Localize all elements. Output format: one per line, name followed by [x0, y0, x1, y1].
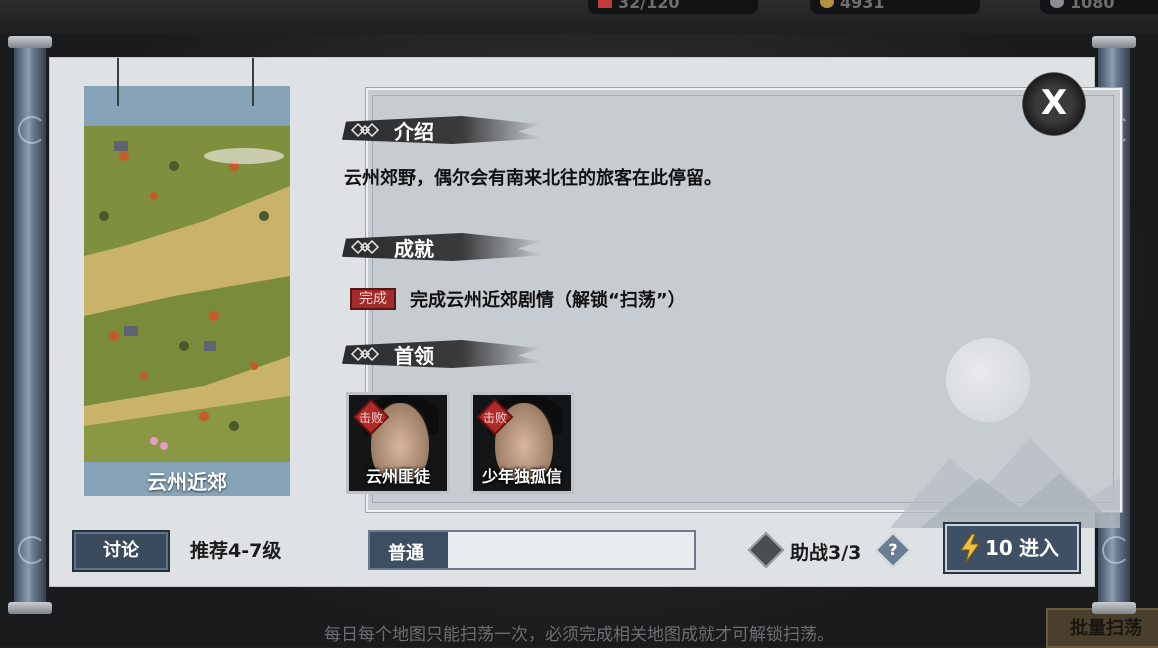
- enter-cost: 10: [985, 536, 1013, 560]
- discuss-button[interactable]: 讨论: [72, 530, 170, 572]
- diamond-emblem-icon: [350, 346, 380, 362]
- defeated-stamp-icon: 击败: [352, 398, 390, 436]
- boss-portrait[interactable]: 击败 云州匪徒: [346, 392, 450, 494]
- vitality-icon: [598, 0, 612, 8]
- intro-title: 介绍: [394, 120, 434, 144]
- vitality-counter: 32/120: [588, 0, 758, 14]
- defeated-label: 击败: [359, 410, 383, 425]
- map-name: 云州近郊: [147, 470, 227, 494]
- assist-count: 助战3/3: [790, 542, 862, 564]
- gem-value: 1080: [1070, 0, 1115, 12]
- achievement-description: 完成云州近郊剧情（解锁“扫荡”）: [410, 290, 686, 311]
- achievement-section-header: 成就: [342, 231, 542, 263]
- coin-value: 4931: [840, 0, 885, 12]
- boss-name: 云州匪徒: [365, 467, 430, 486]
- gem-icon: [1050, 0, 1064, 8]
- map-preview: [84, 126, 290, 462]
- vitality-value: 32/120: [618, 0, 680, 12]
- help-symbol: ?: [888, 540, 898, 559]
- moon-decoration: [946, 338, 1030, 422]
- top-resource-bar: 32/120 4931 1080: [0, 0, 1158, 34]
- boss-name: 少年独孤信: [481, 467, 562, 486]
- intro-section-header: 介绍: [342, 114, 542, 146]
- map-card: 云州近郊: [84, 58, 290, 496]
- coin-icon: [820, 0, 834, 8]
- close-button[interactable]: X: [1022, 72, 1086, 136]
- batch-sweep-button[interactable]: 批量扫荡: [1046, 608, 1158, 648]
- scroll-rod-left: [8, 36, 52, 614]
- achievement-complete-stamp: 完成: [350, 288, 396, 310]
- achievement-title: 成就: [394, 237, 434, 261]
- diamond-emblem-icon: [350, 122, 380, 138]
- enter-button[interactable]: 10 进入: [943, 522, 1081, 574]
- boss-title: 首领: [394, 344, 434, 368]
- bottom-tip: 每日每个地图只能扫荡一次，必须完成相关地图成就才可解锁扫荡。: [324, 625, 834, 645]
- difficulty-selector[interactable]: 普通: [368, 530, 696, 570]
- defeated-label: 击败: [483, 410, 507, 425]
- difficulty-label: 普通: [388, 543, 424, 564]
- defeated-stamp-icon: 击败: [476, 398, 514, 436]
- boss-section-header: 首领: [342, 338, 542, 370]
- gem-counter: 1080: [1040, 0, 1158, 14]
- intro-description: 云州郊野，偶尔会有南来北往的旅客在此停留。: [344, 168, 722, 189]
- boss-portrait[interactable]: 击败 少年独孤信: [470, 392, 574, 494]
- enter-label: 进入: [1019, 536, 1059, 560]
- mountain-decoration: [890, 438, 1120, 528]
- recommended-level: 推荐4-7级: [190, 540, 282, 562]
- coin-counter: 4931: [810, 0, 980, 14]
- lightning-icon: [960, 534, 980, 562]
- map-header-cloth: [84, 58, 290, 126]
- diamond-emblem-icon: [350, 239, 380, 255]
